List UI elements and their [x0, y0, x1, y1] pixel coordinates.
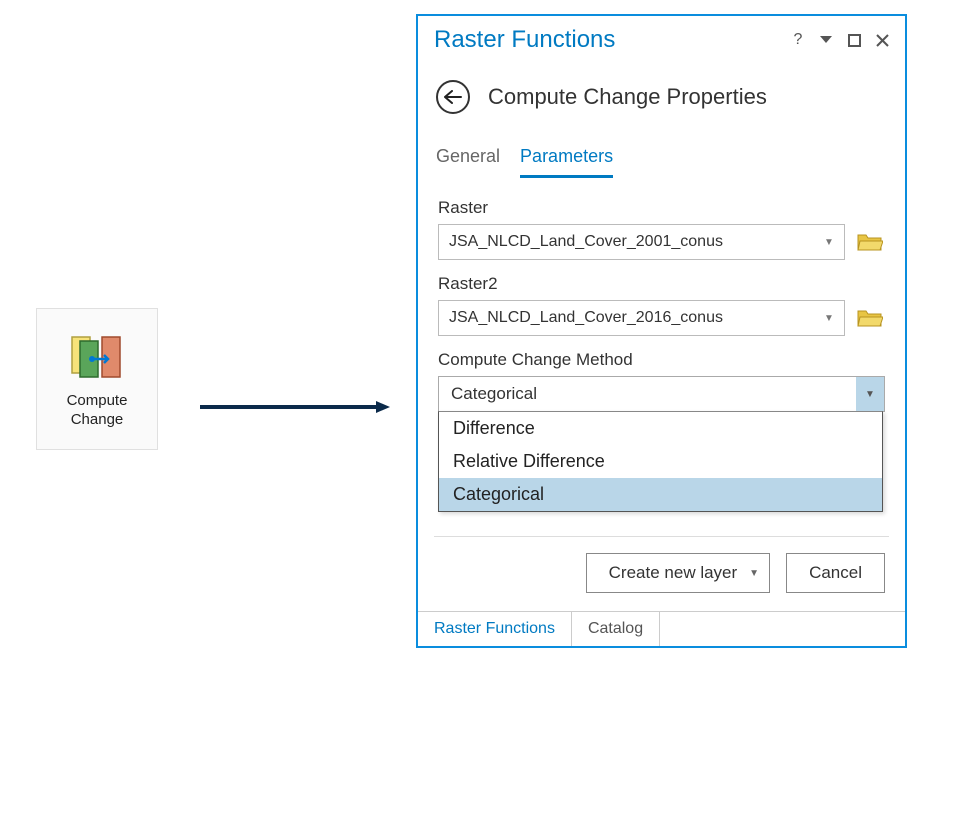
method-value: Categorical [451, 384, 537, 404]
raster-input[interactable]: JSA_NLCD_Land_Cover_2001_conus ▼ [438, 224, 845, 260]
panel-title-bar: Raster Functions ? [418, 16, 905, 58]
browse-raster-button[interactable] [855, 227, 885, 257]
chevron-down-icon[interactable]: ▼ [820, 237, 838, 248]
compute-change-card[interactable]: ComputeChange [36, 308, 158, 450]
method-label: Compute Change Method [438, 350, 885, 370]
raster-label: Raster [438, 198, 885, 218]
back-button[interactable] [436, 80, 470, 114]
form-body: Raster JSA_NLCD_Land_Cover_2001_conus ▼ … [418, 178, 905, 520]
bottom-tab-catalog[interactable]: Catalog [572, 612, 660, 646]
field-raster2: Raster2 JSA_NLCD_Land_Cover_2016_conus ▼ [438, 274, 885, 336]
create-layer-button[interactable]: Create new layer ▼ [586, 553, 770, 593]
chevron-down-icon[interactable]: ▼ [749, 568, 759, 579]
chevron-down-icon[interactable]: ▼ [856, 377, 884, 411]
panel-header-row: Compute Change Properties [418, 58, 905, 122]
dropdown-icon[interactable] [817, 31, 835, 49]
method-option-difference[interactable]: Difference [439, 412, 882, 445]
bottom-tabs: Raster Functions Catalog [418, 611, 905, 646]
tab-general[interactable]: General [436, 140, 500, 178]
raster2-input[interactable]: JSA_NLCD_Land_Cover_2016_conus ▼ [438, 300, 845, 336]
raster2-label: Raster2 [438, 274, 885, 294]
compute-change-icon [67, 328, 127, 384]
raster2-value: JSA_NLCD_Land_Cover_2016_conus [449, 309, 820, 327]
help-icon[interactable]: ? [789, 31, 807, 49]
method-option-relative-difference[interactable]: Relative Difference [439, 445, 882, 478]
method-option-categorical[interactable]: Categorical [439, 478, 882, 511]
method-select[interactable]: Categorical ▼ [438, 376, 885, 412]
arrow-icon [200, 400, 390, 408]
chevron-down-icon[interactable]: ▼ [820, 313, 838, 324]
tab-parameters[interactable]: Parameters [520, 140, 613, 178]
tabs: General Parameters [418, 122, 905, 178]
create-layer-label: Create new layer [609, 563, 738, 583]
field-method: Compute Change Method Categorical ▼ Diff… [438, 350, 885, 512]
bottom-tab-raster-functions[interactable]: Raster Functions [418, 612, 572, 646]
close-icon[interactable] [873, 31, 891, 49]
method-dropdown: Difference Relative Difference Categoric… [438, 411, 883, 512]
maximize-icon[interactable] [845, 31, 863, 49]
panel-window-controls: ? [789, 31, 891, 49]
page-title: Compute Change Properties [488, 84, 767, 110]
panel-title: Raster Functions [434, 26, 615, 54]
raster-functions-panel: Raster Functions ? Compute Change Proper… [416, 14, 907, 648]
compute-change-label: ComputeChange [67, 392, 128, 430]
raster-value: JSA_NLCD_Land_Cover_2001_conus [449, 233, 820, 251]
field-raster: Raster JSA_NLCD_Land_Cover_2001_conus ▼ [438, 198, 885, 260]
browse-raster2-button[interactable] [855, 303, 885, 333]
cancel-button[interactable]: Cancel [786, 553, 885, 593]
action-row: Create new layer ▼ Cancel [418, 537, 905, 611]
